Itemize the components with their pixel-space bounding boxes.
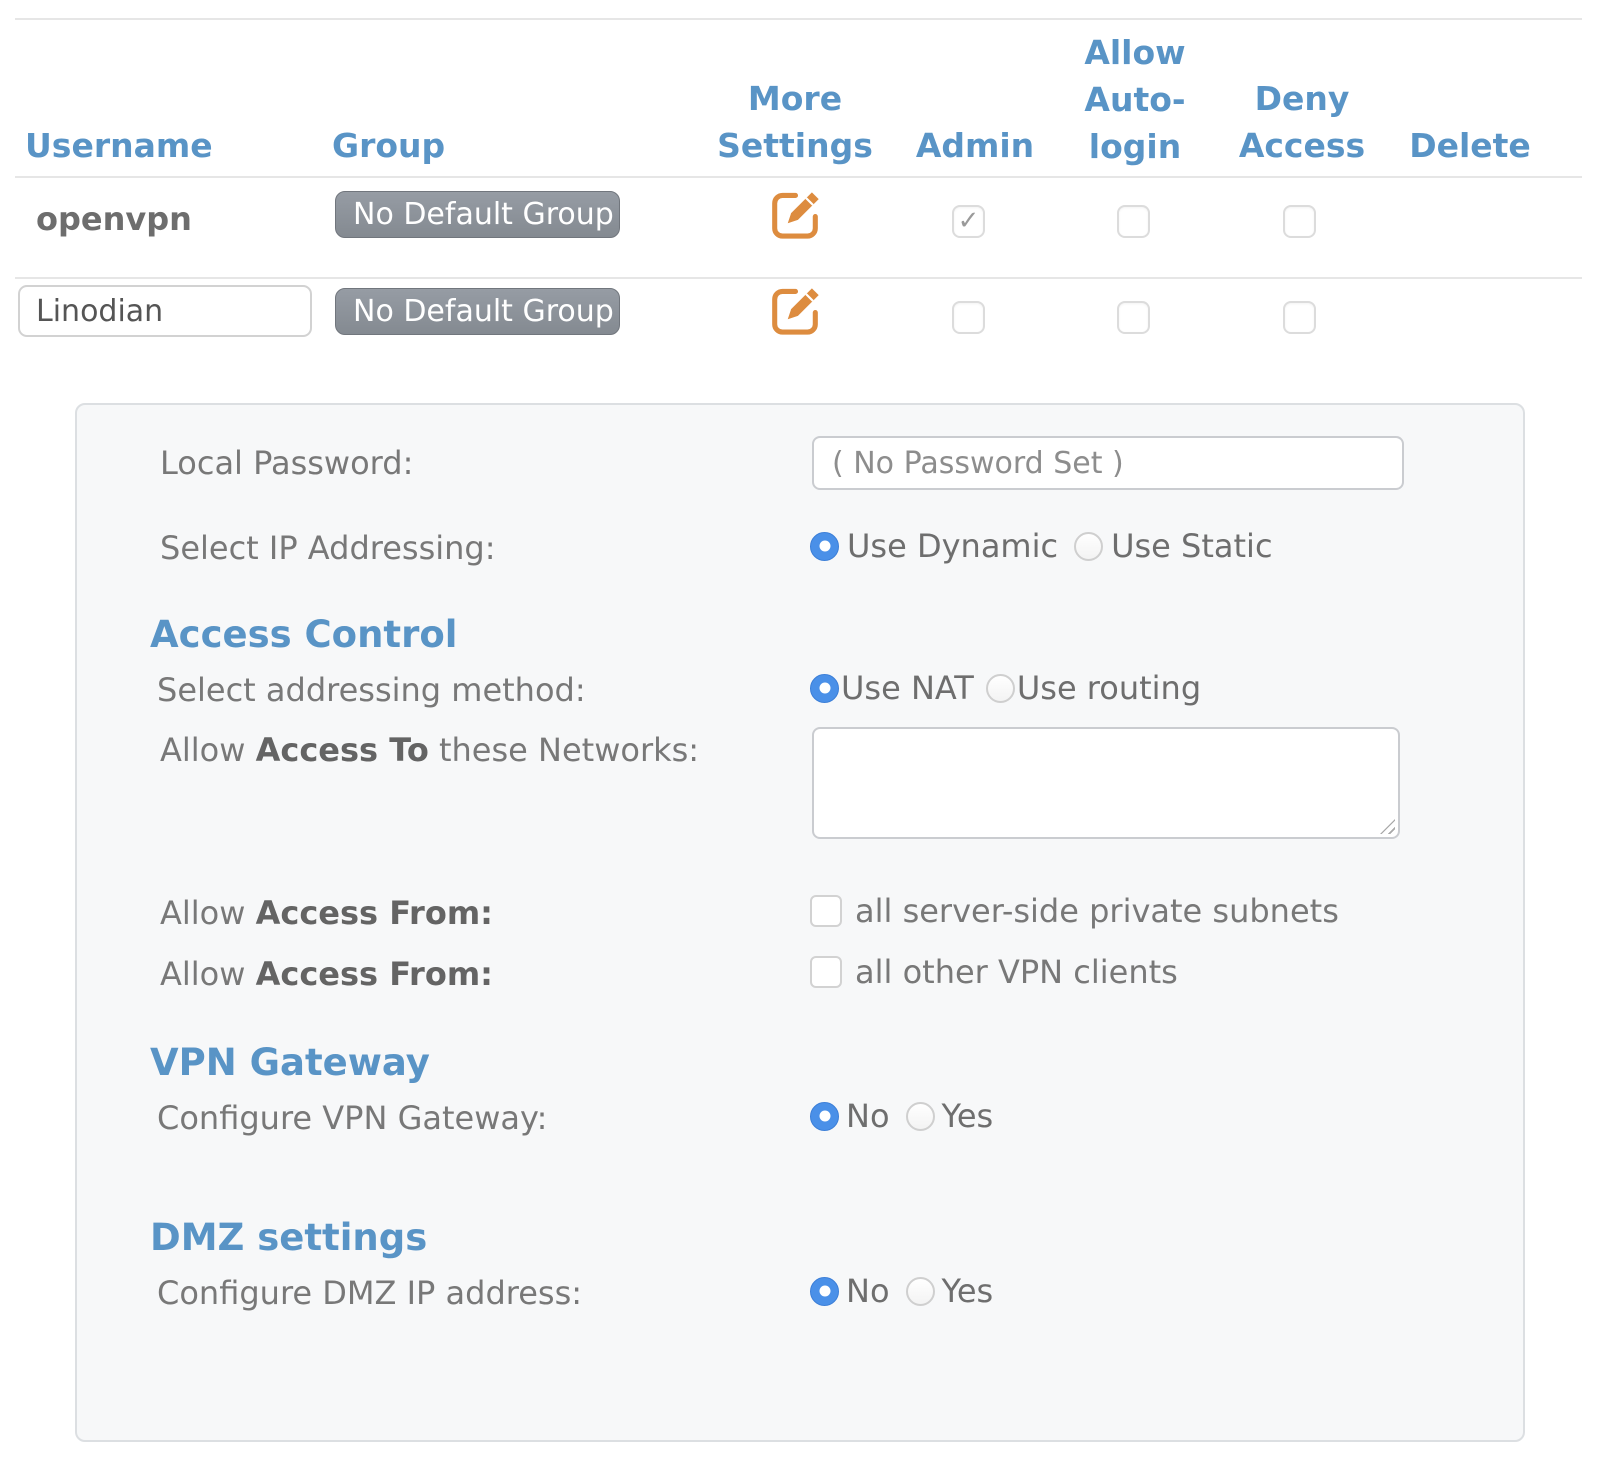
admin-checkbox[interactable] [952, 301, 985, 334]
ip-addressing-radio-group: Use Dynamic Use Static [810, 527, 1273, 565]
column-header-group: Group [332, 122, 445, 169]
access-to-networks-field [812, 727, 1400, 839]
column-header-delete: Delete [1385, 122, 1555, 169]
use-nat-label: Use NAT [841, 669, 974, 707]
top-divider [15, 18, 1582, 20]
deny-access-checkbox[interactable] [1283, 205, 1316, 238]
access-from-clients-label: Allow Access From: [160, 955, 493, 993]
new-username-input[interactable] [18, 285, 312, 337]
column-header-more-settings: More Settings [690, 75, 900, 169]
user-permissions-page: Username Group More Settings Admin Allow… [0, 0, 1600, 1476]
local-password-label: Local Password: [160, 444, 413, 482]
use-dynamic-radio[interactable] [810, 532, 839, 561]
vpn-gateway-heading: VPN Gateway [150, 1041, 430, 1084]
private-subnets-checkbox[interactable] [810, 895, 842, 927]
username-text: openvpn [36, 200, 192, 238]
more-settings-edit-icon[interactable] [766, 187, 824, 245]
auto-login-checkbox[interactable] [1117, 301, 1150, 334]
use-static-radio[interactable] [1074, 532, 1103, 561]
dmz-radio-group: No Yes [810, 1272, 993, 1310]
addressing-method-radio-group: Use NAT Use routing [810, 669, 1201, 707]
access-from-subnets-option: all server-side private subnets [810, 892, 1339, 930]
use-dynamic-label: Use Dynamic [847, 527, 1058, 565]
access-from-clients-option: all other VPN clients [810, 953, 1178, 991]
column-header-allow-auto-login: Allow Auto- login [1055, 29, 1215, 170]
use-routing-radio[interactable] [986, 674, 1015, 703]
access-to-networks-textarea[interactable] [812, 727, 1400, 839]
more-settings-edit-icon[interactable] [766, 283, 824, 341]
local-password-input[interactable] [812, 436, 1404, 490]
access-control-heading: Access Control [150, 613, 457, 656]
vpn-gateway-no-radio[interactable] [810, 1102, 839, 1131]
use-routing-label: Use routing [1017, 669, 1201, 707]
dmz-no-radio[interactable] [810, 1277, 839, 1306]
dmz-settings-heading: DMZ settings [150, 1216, 427, 1259]
select-arrows-icon [620, 300, 636, 324]
private-subnets-label: all server-side private subnets [855, 892, 1339, 930]
group-select[interactable]: No Default Group [335, 191, 620, 238]
use-nat-radio[interactable] [810, 674, 839, 703]
column-header-deny-access: Deny Access [1212, 75, 1392, 169]
select-arrows-icon [620, 203, 636, 227]
user-settings-panel: Local Password: Select IP Addressing: Us… [75, 403, 1525, 1442]
vpn-gateway-yes-radio[interactable] [906, 1102, 935, 1131]
configure-vpn-gateway-label: Configure VPN Gateway: [157, 1099, 547, 1137]
configure-dmz-label: Configure DMZ IP address: [157, 1274, 582, 1312]
vpn-gateway-no-label: No [846, 1097, 890, 1135]
dmz-no-label: No [846, 1272, 890, 1310]
use-static-label: Use Static [1111, 527, 1272, 565]
access-from-subnets-label: Allow Access From: [160, 894, 493, 932]
check-icon: ✓ [958, 208, 980, 234]
dmz-yes-label: Yes [942, 1272, 994, 1310]
row-divider [15, 277, 1582, 279]
ip-addressing-label: Select IP Addressing: [160, 529, 496, 567]
vpn-gateway-yes-label: Yes [942, 1097, 994, 1135]
column-header-admin: Admin [890, 122, 1060, 169]
access-to-label: Allow Access To these Networks: [160, 731, 699, 769]
vpn-clients-label: all other VPN clients [855, 953, 1178, 991]
vpn-clients-checkbox[interactable] [810, 956, 842, 988]
deny-access-checkbox[interactable] [1283, 301, 1316, 334]
admin-checkbox[interactable]: ✓ [952, 205, 985, 238]
group-select[interactable]: No Default Group [335, 288, 620, 335]
addressing-method-label: Select addressing method: [157, 671, 586, 709]
column-header-username: Username [25, 122, 213, 169]
dmz-yes-radio[interactable] [906, 1277, 935, 1306]
auto-login-checkbox[interactable] [1117, 205, 1150, 238]
header-divider [15, 176, 1582, 178]
vpn-gateway-radio-group: No Yes [810, 1097, 993, 1135]
